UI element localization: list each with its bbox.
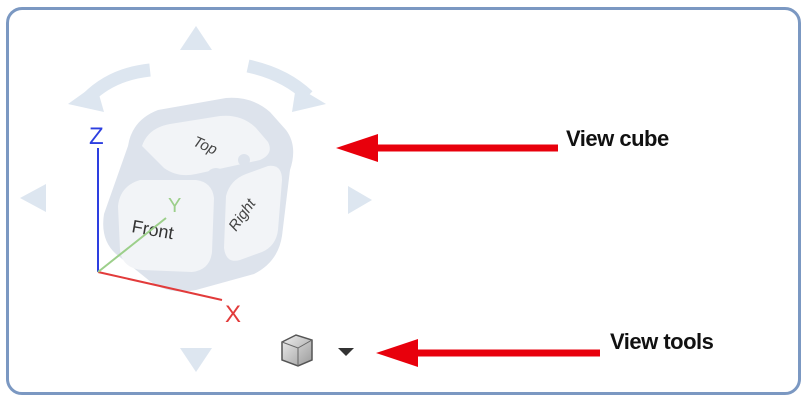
x-axis-label: X: [225, 301, 241, 328]
y-axis-label: Y: [168, 195, 181, 217]
callout-arrow-view-cube: [336, 134, 558, 162]
view-cube-annotation: View cube: [566, 126, 669, 151]
nav-up-arrow-icon[interactable]: [180, 26, 212, 50]
callout-arrow-view-tools: [376, 339, 600, 367]
nav-right-arrow-icon[interactable]: [348, 186, 372, 214]
view-tools-annotation: View tools: [610, 329, 714, 354]
view-cube[interactable]: Top Front Right: [103, 97, 294, 292]
caret-down-icon[interactable]: [338, 348, 354, 356]
view-tools-button[interactable]: [281, 334, 354, 367]
nav-left-arrow-icon[interactable]: [20, 184, 46, 212]
view-cube-corner[interactable]: [206, 168, 226, 188]
cube-icon[interactable]: [281, 334, 313, 367]
nav-down-arrow-icon[interactable]: [180, 348, 212, 372]
orbit-left-arrow-icon[interactable]: [68, 63, 151, 112]
z-axis-label: Z: [89, 123, 104, 150]
